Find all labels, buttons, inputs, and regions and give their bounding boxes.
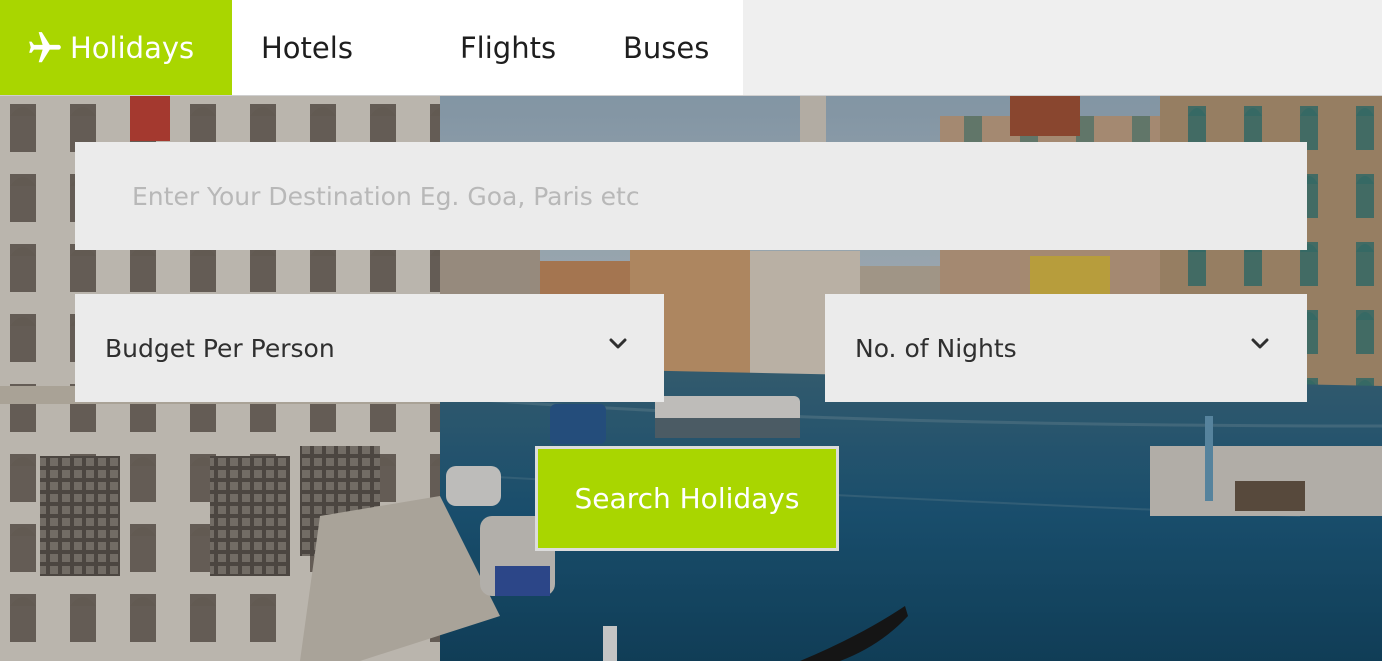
destination-input[interactable] — [75, 142, 1307, 250]
nights-select-label: No. of Nights — [855, 333, 1017, 363]
tab-bar: Holidays Hotels Flights Buses — [0, 0, 1382, 96]
chevron-down-icon — [1251, 338, 1269, 349]
tab-holidays-label: Holidays — [70, 30, 195, 65]
budget-select-label: Budget Per Person — [105, 333, 335, 363]
tab-flights[interactable]: Flights — [460, 0, 556, 95]
tab-hotels[interactable]: Hotels — [261, 0, 353, 95]
budget-select[interactable]: Budget Per Person — [75, 294, 664, 402]
airplane-icon — [26, 29, 64, 67]
tab-holidays[interactable]: Holidays — [0, 0, 232, 95]
tab-list: Holidays Hotels Flights Buses — [0, 0, 743, 95]
tab-buses[interactable]: Buses — [623, 0, 709, 95]
search-holidays-button[interactable]: Search Holidays — [535, 446, 839, 551]
nights-select[interactable]: No. of Nights — [825, 294, 1307, 402]
chevron-down-icon — [609, 338, 627, 349]
